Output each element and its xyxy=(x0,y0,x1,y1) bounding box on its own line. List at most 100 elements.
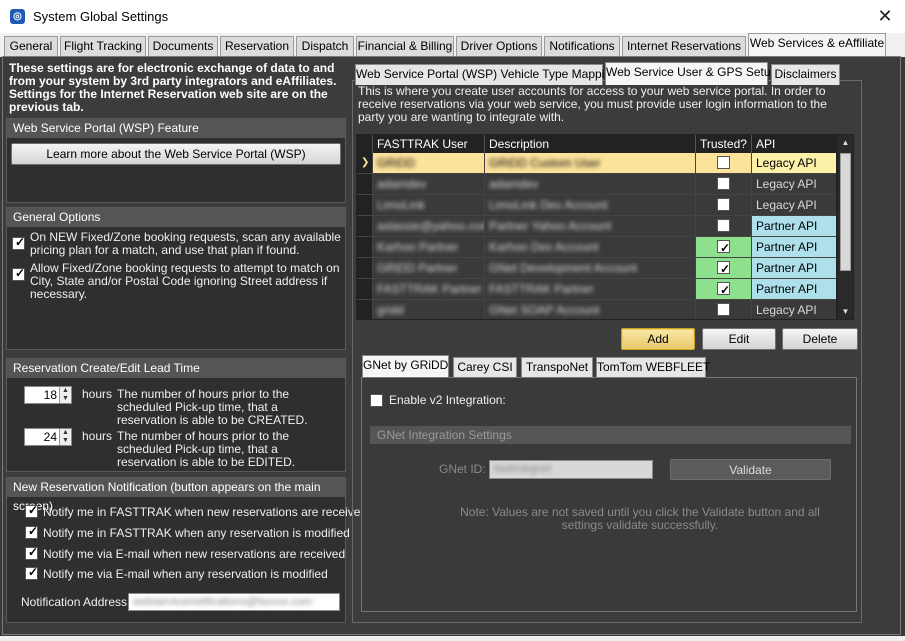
edit-lead-unit: hours xyxy=(82,429,113,443)
tab-tomtom-webfleet[interactable]: TomTom WEBFLEET xyxy=(596,357,710,378)
trusted-checkbox[interactable] xyxy=(717,219,730,232)
cell-description: GRiDD Custom User xyxy=(485,153,696,173)
tab-notifications[interactable]: Notifications xyxy=(544,36,620,57)
gnet-id-label: GNet ID: xyxy=(439,462,486,476)
table-row[interactable]: adamdev adamdev Legacy API xyxy=(357,174,836,195)
gnet-id-input[interactable]: fasttrakgnet xyxy=(489,460,653,479)
notification-address-input[interactable]: webservicenotifications@faxxxx.com xyxy=(128,593,340,611)
notify-modified-email-checkbox[interactable]: ✓ xyxy=(25,565,38,580)
grid-scrollbar[interactable]: ▲ ▼ xyxy=(837,134,854,320)
gnet-note: Note: Values are not saved until you cli… xyxy=(460,505,820,532)
tab-transponet[interactable]: TranspoNet xyxy=(521,357,593,378)
tab-documents[interactable]: Documents xyxy=(148,36,218,57)
notify-new-email-checkbox[interactable]: ✓ xyxy=(25,545,38,560)
grid-header: FASTTRAK User Description Trusted? API xyxy=(357,135,836,153)
cell-api[interactable]: Partner API xyxy=(752,258,836,278)
notification-address-label: Notification Address: xyxy=(21,595,131,609)
cell-api[interactable]: Legacy API xyxy=(752,300,836,319)
cell-trusted xyxy=(696,174,752,194)
cell-api[interactable]: Legacy API xyxy=(752,174,836,194)
notify-modified-fasttrak-checkbox[interactable]: ✓ xyxy=(25,524,38,539)
tab-gnet-by-gridd[interactable]: GNet by GRiDD xyxy=(362,355,449,378)
stepper-arrows-icon[interactable]: ▲ ▼ xyxy=(59,429,71,445)
app-logo-icon: ◎ xyxy=(10,9,25,24)
cell-api[interactable]: Partner API xyxy=(752,216,836,236)
table-row[interactable]: LimoLink LimoLink Dev Account Legacy API xyxy=(357,195,836,216)
tab-web-services-eaffiliate[interactable]: Web Services & eAffiliate xyxy=(748,33,886,57)
tab-wsp-vehicle-type-mapping[interactable]: Web Service Portal (WSP) Vehicle Type Ma… xyxy=(355,64,618,85)
trusted-checkbox[interactable]: ✓ xyxy=(717,261,730,276)
table-row[interactable]: gridd GNet SOAP Account Legacy API xyxy=(357,300,836,319)
column-fasttrak-user[interactable]: FASTTRAK User xyxy=(373,135,485,153)
general-options-header: General Options xyxy=(7,208,345,227)
table-row[interactable]: aslassie@yahoo.com Partner Yahoo Account P… xyxy=(357,216,836,237)
cell-description: LimoLink Dev Account xyxy=(485,195,696,215)
row-indicator-icon xyxy=(357,258,373,278)
tab-driver-options[interactable]: Driver Options xyxy=(456,36,542,57)
cell-description: GNet Development Account xyxy=(485,258,696,278)
window-bottom-edge xyxy=(0,636,905,641)
tab-reservation[interactable]: Reservation xyxy=(220,36,294,57)
table-row[interactable]: FASTTRAK Partner FASTTRAK Partner ✓ Partner… xyxy=(357,279,836,300)
option-match-city-label: Allow Fixed/Zone booking requests to att… xyxy=(30,261,340,301)
close-icon[interactable]: ✕ xyxy=(873,4,897,28)
trusted-checkbox[interactable] xyxy=(717,156,730,169)
title-bar: ◎ System Global Settings ✕ xyxy=(0,0,905,33)
tab-dispatch[interactable]: Dispatch xyxy=(296,36,354,57)
option-match-city-checkbox[interactable]: ✓ xyxy=(12,266,25,281)
cell-api[interactable]: Legacy API xyxy=(752,195,836,215)
trusted-checkbox[interactable] xyxy=(717,303,730,316)
cell-user: LimoLink xyxy=(373,195,485,215)
tab-general[interactable]: General xyxy=(4,36,58,57)
edit-lead-description: The number of hours prior to the schedul… xyxy=(117,429,296,469)
learn-more-wsp-button[interactable]: Learn more about the Web Service Portal … xyxy=(11,143,341,165)
cell-api[interactable]: Partner API xyxy=(752,237,836,257)
tab-disclaimers[interactable]: Disclaimers xyxy=(771,64,840,85)
table-row[interactable]: GRiDD Partner GNet Development Account ✓ Pa… xyxy=(357,258,836,279)
scroll-thumb[interactable] xyxy=(840,153,851,271)
enable-v2-integration-checkbox[interactable] xyxy=(370,394,383,407)
cell-user: gridd xyxy=(373,300,485,319)
tab-financial-billing[interactable]: Financial & Billing xyxy=(356,36,454,57)
cell-user: aslassie@yahoo.com xyxy=(373,216,485,236)
create-lead-description: The number of hours prior to the schedul… xyxy=(117,387,308,427)
row-indicator-icon xyxy=(357,237,373,257)
cell-trusted: ✓ xyxy=(696,279,752,299)
cell-trusted xyxy=(696,216,752,236)
create-lead-hours-stepper[interactable]: 18 ▲ ▼ xyxy=(24,386,72,404)
scroll-down-icon[interactable]: ▼ xyxy=(838,304,853,319)
trusted-checkbox[interactable] xyxy=(717,177,730,190)
option-scan-pricing-label: On NEW Fixed/Zone booking requests, scan… xyxy=(30,230,341,257)
trusted-checkbox[interactable] xyxy=(717,198,730,211)
tab-internet-reservations[interactable]: Internet Reservations xyxy=(622,36,746,57)
row-indicator-icon xyxy=(357,300,373,319)
cell-user: FASTTRAK Partner xyxy=(373,279,485,299)
enable-v2-integration-label: Enable v2 Integration: xyxy=(389,393,506,407)
cell-trusted xyxy=(696,300,752,319)
edit-user-button[interactable]: Edit xyxy=(702,328,776,350)
column-api[interactable]: API xyxy=(752,135,836,153)
add-user-button[interactable]: Add xyxy=(621,328,695,350)
tab-flight-tracking[interactable]: Flight Tracking xyxy=(60,36,146,57)
tab-user-gps-setup[interactable]: Web Service User & GPS Setup xyxy=(605,62,777,85)
cell-api[interactable]: Legacy API xyxy=(752,153,836,173)
option-scan-pricing-checkbox[interactable]: ✓ xyxy=(12,235,25,250)
lead-time-header: Reservation Create/Edit Lead Time xyxy=(7,359,345,378)
table-row[interactable]: ❯ GRiDD GRiDD Custom User Legacy API xyxy=(357,153,836,174)
column-description[interactable]: Description xyxy=(485,135,696,153)
trusted-checkbox[interactable]: ✓ xyxy=(717,240,730,255)
notify-new-fasttrak-checkbox[interactable]: ✓ xyxy=(25,503,38,518)
stepper-arrows-icon[interactable]: ▲ ▼ xyxy=(59,387,71,403)
edit-lead-hours-stepper[interactable]: 24 ▲ ▼ xyxy=(24,428,72,446)
validate-button[interactable]: Validate xyxy=(670,459,831,480)
cell-api[interactable]: Partner API xyxy=(752,279,836,299)
cell-description: Karhoo Dev Account xyxy=(485,237,696,257)
row-indicator-icon xyxy=(357,195,373,215)
scroll-up-icon[interactable]: ▲ xyxy=(838,135,853,150)
trusted-checkbox[interactable]: ✓ xyxy=(717,282,730,297)
column-trusted[interactable]: Trusted? xyxy=(696,135,752,153)
delete-user-button[interactable]: Delete xyxy=(782,328,858,350)
table-row[interactable]: Karhoo Partner Karhoo Dev Account ✓ Partner… xyxy=(357,237,836,258)
user-setup-note: This is where you create user accounts f… xyxy=(358,84,827,124)
tab-carey-csi[interactable]: Carey CSI xyxy=(453,357,517,378)
